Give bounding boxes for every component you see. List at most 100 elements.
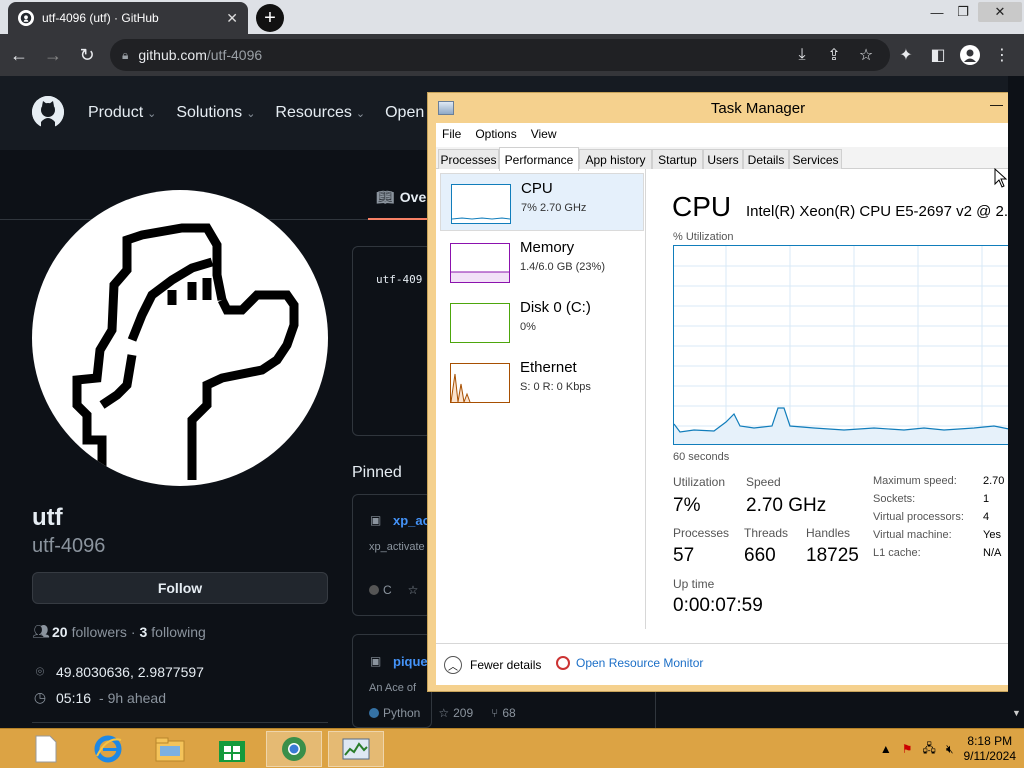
task-manager-titlebar[interactable]: Task Manager — ☐ <box>428 93 1024 123</box>
star-icon: ☆ <box>438 706 450 720</box>
handles-label: Handles <box>806 526 851 540</box>
task-manager-taskbar-icon[interactable] <box>328 731 384 767</box>
forward-icon[interactable]: → <box>38 40 68 70</box>
utilization-value: 7% <box>673 495 701 516</box>
reload-icon[interactable]: ↻ <box>72 40 102 70</box>
menu-file[interactable]: File <box>442 127 461 141</box>
followers-count[interactable]: 20 <box>52 624 68 640</box>
browser-menu-icon[interactable]: ⋮ <box>990 43 1014 67</box>
task-manager-window: Task Manager — ☐ File Options View Proce… <box>427 92 1024 692</box>
browser-tab[interactable]: utf-4096 (utf) · GitHub ✕ <box>8 2 248 34</box>
url-path: /utf-4096 <box>206 47 263 63</box>
fork-icon: ⑂ <box>491 706 499 720</box>
resource-cpu[interactable]: CPU 7% 2.70 GHz <box>440 173 644 231</box>
resource-name: Memory <box>520 239 575 256</box>
internet-explorer-icon[interactable] <box>80 731 136 767</box>
tab-processes[interactable]: Processes <box>438 149 499 169</box>
spec-label: Virtual machine: <box>873 529 952 541</box>
pinned-repo-forks[interactable]: 68 <box>502 706 515 720</box>
bookmark-star-icon[interactable]: ☆ <box>854 43 878 67</box>
follow-button[interactable]: Follow <box>32 572 328 604</box>
restore-window-icon[interactable]: ❐ <box>948 2 978 22</box>
tab-services[interactable]: Services <box>789 149 842 169</box>
scroll-down-icon[interactable]: ▼ <box>1012 708 1021 718</box>
avatar[interactable] <box>32 190 328 486</box>
side-panel-icon[interactable]: ◧ <box>926 43 950 67</box>
spec-value: N/A <box>983 547 1002 559</box>
back-icon[interactable]: ← <box>4 40 34 70</box>
show-hidden-icons-icon[interactable]: ▲ <box>880 742 892 756</box>
clock-icon: ◷ <box>33 689 47 705</box>
followers-row: 👥︎ 20 followers · 3 following <box>32 623 206 640</box>
file-explorer-icon[interactable] <box>142 731 198 767</box>
spec-label: Maximum speed: <box>873 475 957 487</box>
nav-product[interactable]: Product ⌄ <box>88 104 156 122</box>
resource-name: Disk 0 (C:) <box>520 299 591 316</box>
language-color-icon <box>369 585 379 595</box>
resource-disk[interactable]: Disk 0 (C:) 0% <box>440 293 644 351</box>
tab-details[interactable]: Details <box>743 149 789 169</box>
tab-performance[interactable]: Performance <box>499 147 579 171</box>
task-manager-body: File Options View Processes Performance … <box>436 123 1024 685</box>
profile-name: utf <box>32 504 63 531</box>
spec-label: Sockets: <box>873 493 916 505</box>
windows-store-icon[interactable] <box>204 731 260 767</box>
tab-users[interactable]: Users <box>703 149 743 169</box>
extensions-icon[interactable]: ✦ <box>894 43 918 67</box>
menu-options[interactable]: Options <box>475 127 516 141</box>
resource-detail: S: 0 R: 0 Kbps <box>520 381 591 393</box>
volume-muted-icon[interactable]: 🔇︎ <box>946 742 954 757</box>
disk-mini-graph <box>450 303 510 343</box>
open-resource-monitor-link[interactable]: Open Resource Monitor <box>556 656 703 670</box>
threads-label: Threads <box>744 526 789 540</box>
network-icon[interactable]: 🖧︎ <box>923 739 936 760</box>
graph-time-label: 60 seconds <box>673 451 730 463</box>
tab-app-history[interactable]: App history <box>579 149 652 169</box>
handles-value: 18725 <box>806 545 859 566</box>
minimize-icon[interactable]: — <box>990 97 1003 112</box>
language-color-icon <box>369 708 379 718</box>
chrome-taskbar-icon[interactable] <box>266 731 322 767</box>
action-center-flag-icon[interactable]: ⚑ <box>902 742 913 756</box>
chevron-up-icon: ︿ <box>444 656 462 674</box>
taskbar-document-icon[interactable] <box>18 731 74 767</box>
pinned-repo-title[interactable]: xp_ac <box>393 513 430 528</box>
following-count[interactable]: 3 <box>140 624 148 640</box>
cpu-utilization-graph <box>673 245 1024 445</box>
fewer-details-button[interactable]: ︿ Fewer details <box>444 656 541 674</box>
pinned-repo-stars[interactable]: 209 <box>453 706 473 720</box>
spec-label: Virtual processors: <box>873 511 964 523</box>
lock-icon: 🔒︎ <box>122 47 129 62</box>
tab-startup[interactable]: Startup <box>652 149 703 169</box>
tab-overview[interactable]: 📖︎ Ove <box>376 189 426 206</box>
profile-avatar-icon[interactable] <box>958 43 982 67</box>
fewer-details-label: Fewer details <box>470 658 542 672</box>
nav-open-source[interactable]: Open <box>385 104 424 122</box>
nav-resources[interactable]: Resources ⌄ <box>275 104 365 122</box>
open-resource-monitor-label: Open Resource Monitor <box>576 656 704 670</box>
address-bar[interactable]: 🔒︎ github.com/utf-4096 <box>110 39 890 71</box>
page-scrollbar[interactable]: ▼ <box>1008 76 1024 728</box>
pinned-repo-title[interactable]: pique <box>393 654 428 669</box>
close-tab-icon[interactable]: ✕ <box>226 10 238 27</box>
time-offset: - 9h ahead <box>99 689 166 706</box>
new-tab-button[interactable]: + <box>256 4 284 32</box>
pinned-repo-lang: C <box>383 583 392 597</box>
cpu-mini-graph <box>451 184 511 224</box>
chevron-down-icon: ⌄ <box>147 108 157 120</box>
menu-view[interactable]: View <box>531 127 557 141</box>
resource-ethernet[interactable]: Ethernet S: 0 R: 0 Kbps <box>440 353 644 411</box>
resource-memory[interactable]: Memory 1.4/6.0 GB (23%) <box>440 233 644 291</box>
ethernet-mini-graph <box>450 363 510 404</box>
close-window-icon[interactable]: ✕ <box>978 2 1022 22</box>
followers-label[interactable]: followers <box>72 624 127 640</box>
readme-text: utf-409 <box>376 273 423 286</box>
location-row: ⌾ 49.8030636, 2.9877597 <box>32 663 204 680</box>
nav-solutions[interactable]: Solutions ⌄ <box>176 104 255 122</box>
taskbar-clock[interactable]: 8:18 PM 9/11/2024 <box>964 734 1017 764</box>
following-label[interactable]: following <box>151 624 205 640</box>
local-time: 05:16 <box>56 689 92 706</box>
share-icon[interactable]: ⇪ <box>822 43 846 67</box>
github-logo-icon[interactable] <box>32 96 64 128</box>
install-icon[interactable]: ⤓ <box>790 43 814 67</box>
